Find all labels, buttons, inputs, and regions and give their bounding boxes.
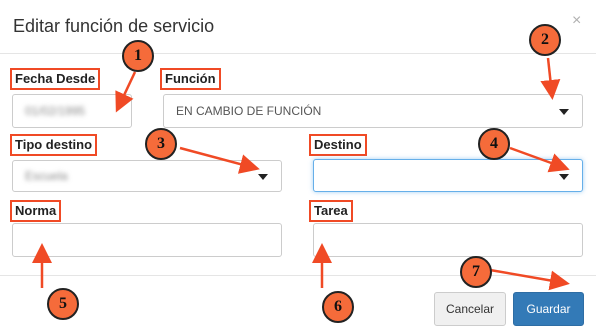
annotation-badge-2: 2: [529, 24, 561, 56]
annotation-badge-7: 7: [460, 256, 492, 288]
arrow-4: [509, 146, 570, 173]
annotation-arrows: [32, 57, 570, 291]
arrow-1: [115, 71, 137, 113]
arrow-2: [540, 57, 561, 100]
annotation-badge-1: 1: [122, 40, 154, 72]
arrow-7: [489, 268, 570, 291]
annotation-badge-6: 6: [322, 291, 354, 323]
annotation-badge-5: 5: [47, 288, 79, 320]
arrow-3: [179, 146, 260, 174]
annotation-badge-4: 4: [478, 128, 510, 160]
annotation-badge-3: 3: [145, 128, 177, 160]
